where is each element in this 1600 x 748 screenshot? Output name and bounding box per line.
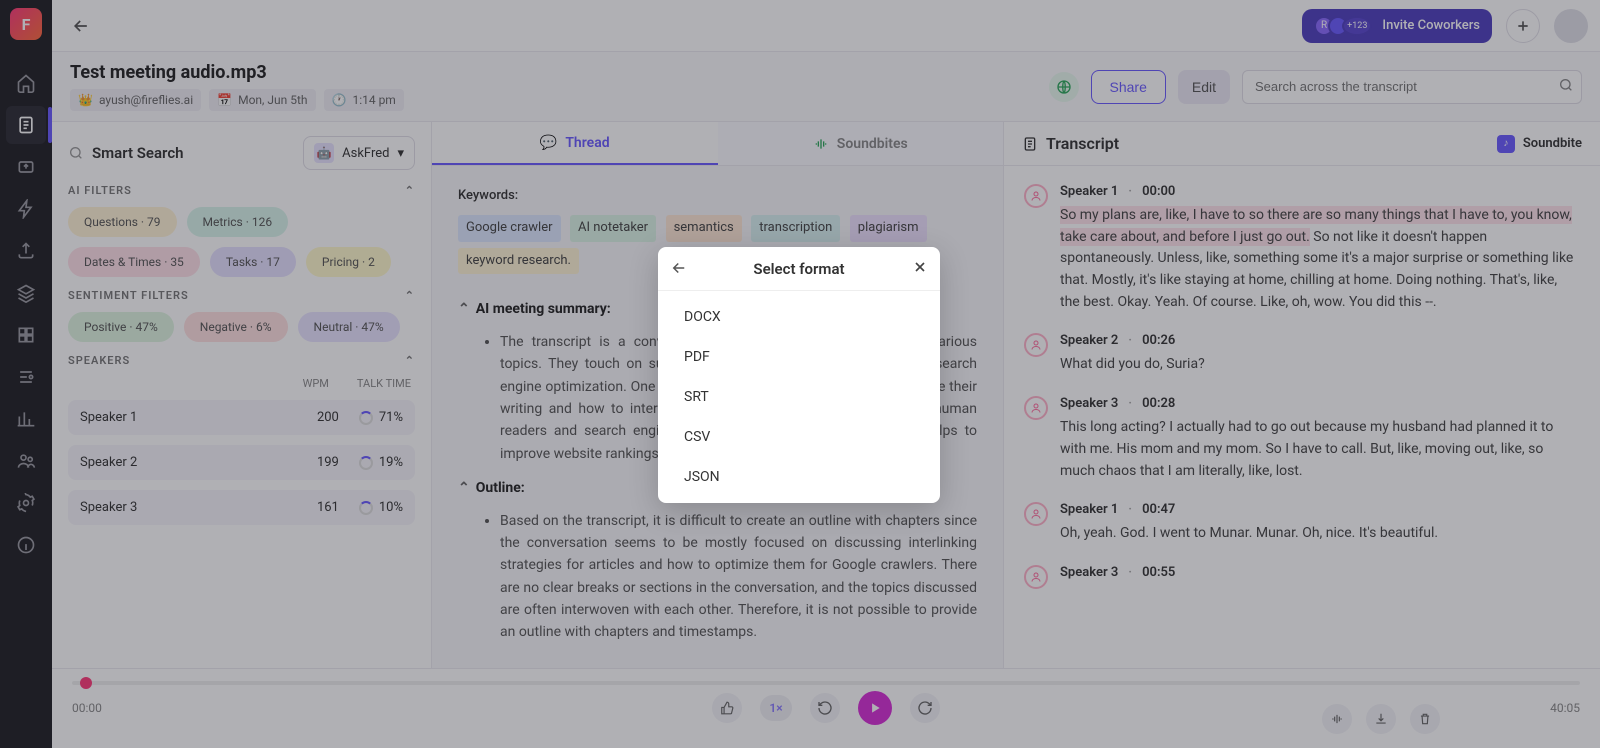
modal-header: Select format [658, 247, 940, 291]
format-option-srt[interactable]: SRT [658, 377, 940, 417]
modal-back-button[interactable] [670, 259, 688, 277]
modal-title: Select format [753, 260, 844, 278]
modal-close-button[interactable] [912, 259, 928, 275]
select-format-modal: Select format DOCX PDF SRT CSV JSON [658, 247, 940, 503]
format-option-pdf[interactable]: PDF [658, 337, 940, 377]
format-option-docx[interactable]: DOCX [658, 297, 940, 337]
format-options: DOCX PDF SRT CSV JSON [658, 291, 940, 503]
format-option-json[interactable]: JSON [658, 457, 940, 497]
format-option-csv[interactable]: CSV [658, 417, 940, 457]
